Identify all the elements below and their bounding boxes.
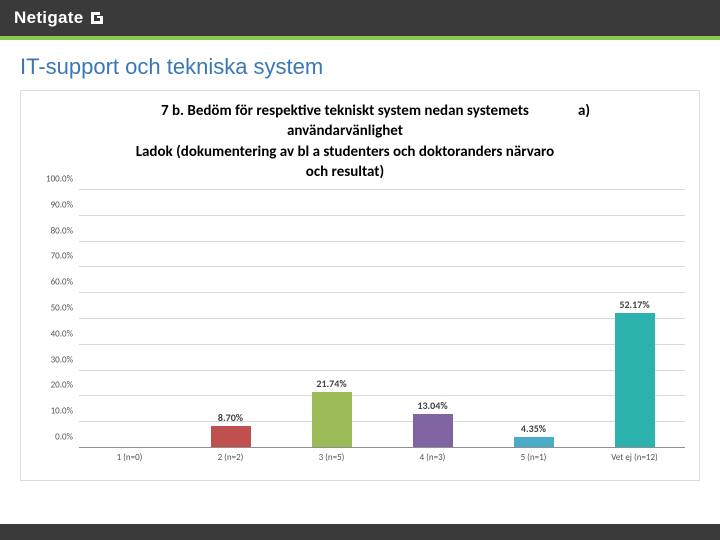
xtick-label: 1 (n=0) [79,448,180,470]
chart-title-row: 7 b. Bedöm för respektive tekniskt syste… [29,101,691,182]
ytick-label: 50.0% [51,303,79,314]
ytick-label: 30.0% [51,354,79,365]
ytick-label: 70.0% [51,251,79,262]
brand: Netigate [14,8,105,28]
bar-value-label: 21.74% [316,377,346,390]
brand-name: Netigate [14,8,83,28]
ytick-label: 90.0% [51,199,79,210]
chart-title-line: 7 b. Bedöm för respektive tekniskt syste… [130,101,560,142]
chart-plot: 0.0%10.0%20.0%30.0%40.0%50.0%60.0%70.0%8… [79,190,685,470]
chart-bars: 8.70% 21.74% 13.04% 4.35% 52.17% [79,190,685,448]
chart-title-side: a) [578,101,590,121]
bar-slot: 52.17% [584,190,685,448]
bar-slot: 13.04% [382,190,483,448]
chart-title: 7 b. Bedöm för respektive tekniskt syste… [130,101,560,182]
xtick-label: 5 (n=1) [483,448,584,470]
bar [413,414,453,448]
brand-logo-icon [89,10,105,26]
bar-slot: 8.70% [180,190,281,448]
page-title: IT-support och tekniska system [20,54,700,80]
ytick-label: 80.0% [51,225,79,236]
bar-value-label: 8.70% [218,411,243,424]
ytick-label: 60.0% [51,277,79,288]
app-header: Netigate [0,0,720,36]
ytick-label: 40.0% [51,328,79,339]
bar-value-label: 13.04% [417,399,447,412]
bar-value-label: 52.17% [619,298,649,311]
bar [312,392,352,448]
bar [615,313,655,448]
bar-slot [79,190,180,448]
bar-slot: 4.35% [483,190,584,448]
page-body: IT-support och tekniska system 7 b. Bedö… [0,40,720,487]
xtick-label: Vet ej (n=12) [584,448,685,470]
xtick-label: 2 (n=2) [180,448,281,470]
bar-slot: 21.74% [281,190,382,448]
xtick-label: 4 (n=3) [382,448,483,470]
ytick-label: 0.0% [55,432,79,443]
chart-xaxis: 1 (n=0)2 (n=2)3 (n=5)4 (n=3)5 (n=1)Vet e… [79,447,685,470]
xtick-label: 3 (n=5) [281,448,382,470]
chart-title-line: Ladok (dokumentering av bl a studenters … [130,142,560,183]
footer-bar [0,524,720,540]
ytick-label: 10.0% [51,406,79,417]
bar [211,426,251,448]
chart-card: 7 b. Bedöm för respektive tekniskt syste… [20,90,700,481]
ytick-label: 20.0% [51,380,79,391]
bar-value-label: 4.35% [521,422,546,435]
ytick-label: 100.0% [46,174,79,185]
